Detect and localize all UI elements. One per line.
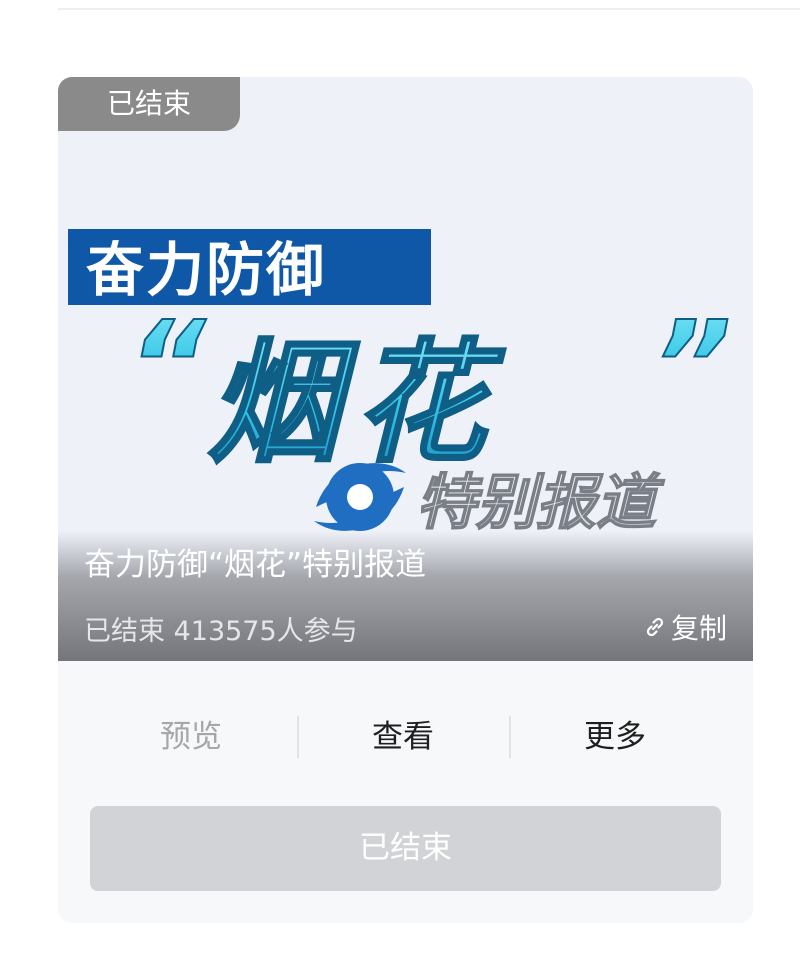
poster-line1: 奋力防御: [86, 236, 326, 304]
view-button[interactable]: 查看: [298, 715, 508, 759]
more-button[interactable]: 更多: [510, 715, 720, 759]
copy-link-button[interactable]: 复制: [643, 607, 727, 647]
event-title: 奋力防御“烟花”特别报道: [84, 547, 427, 583]
cover-image[interactable]: 已结束 奋力防御 “ ” 烟花 特别报道 奋力防御“烟花”特别报道 已结束 41…: [58, 77, 753, 661]
poster-line3: 特别报道: [416, 468, 665, 538]
preview-button[interactable]: 预览: [86, 715, 296, 759]
link-icon: [646, 617, 664, 637]
participant-count: 413575人参与: [173, 616, 358, 647]
poster-close-quote: ”: [654, 297, 731, 436]
live-event-card: 已结束 奋力防御 “ ” 烟花 特别报道 奋力防御“烟花”特别报道 已结束 41…: [58, 77, 753, 923]
ended-button[interactable]: 已结束: [90, 806, 721, 891]
action-bar: 预览 查看 更多: [58, 697, 753, 777]
status-tag: 已结束: [58, 77, 240, 131]
event-meta: 已结束 413575人参与: [84, 609, 358, 648]
poster-open-quote: “: [128, 297, 207, 436]
event-status: 已结束: [84, 616, 165, 647]
poster-headline: 烟花: [208, 327, 506, 481]
copy-label: 复制: [670, 612, 727, 645]
top-divider: [58, 8, 800, 10]
